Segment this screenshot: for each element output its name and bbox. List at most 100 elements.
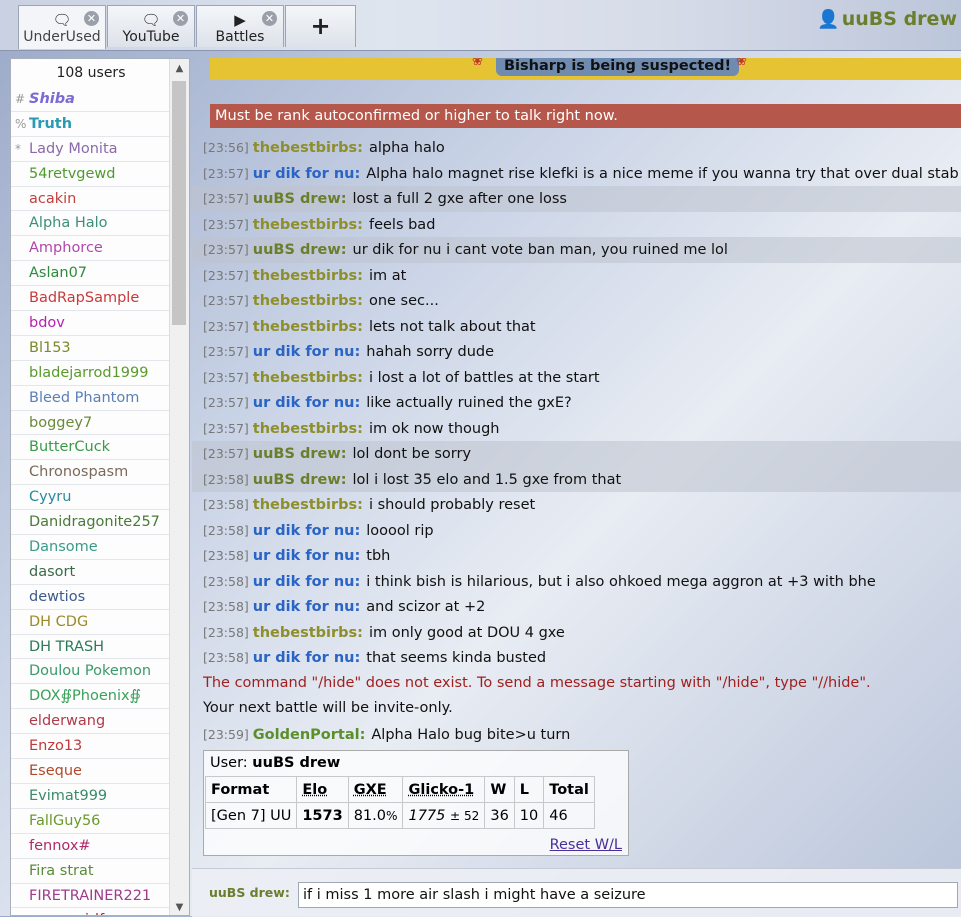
user-list-item[interactable]: Amphorce	[11, 236, 171, 262]
message-author[interactable]: ur dik for nu:	[253, 344, 360, 360]
user-name: gamergirlfun	[29, 912, 123, 915]
user-list-item[interactable]: boggey7	[11, 411, 171, 436]
timestamp: [23:58]	[203, 624, 249, 640]
user-list-item[interactable]: FallGuy56	[11, 809, 171, 834]
cell-format: [Gen 7] UU	[204, 802, 298, 829]
input-prompt: uuBS drew:	[209, 885, 290, 900]
user-list-item[interactable]: fennox#	[11, 834, 171, 859]
message-author[interactable]: thebestbirbs:	[253, 625, 363, 641]
timestamp: [23:57]	[203, 395, 249, 410]
tab-battles[interactable]: ▶ ✕ Battles	[196, 5, 284, 47]
user-list-item[interactable]: 54retvgewd	[11, 162, 171, 187]
message-author[interactable]: thebestbirbs:	[253, 421, 363, 437]
message-author[interactable]: ur dik for nu:	[253, 548, 360, 564]
user-name: Aslan07	[29, 265, 88, 282]
message-author[interactable]: uuBS drew:	[253, 191, 347, 207]
message-author[interactable]: thebestbirbs:	[253, 217, 363, 233]
user-list-item[interactable]: Danidragonite257	[11, 510, 171, 536]
message-text: lol dont be sorry	[352, 446, 472, 462]
cell-total: 46	[543, 802, 595, 829]
close-icon[interactable]: ✕	[262, 11, 277, 26]
user-list-item[interactable]: bladejarrod1999	[11, 361, 171, 386]
timestamp: [23:57]	[203, 369, 249, 385]
user-list-item[interactable]: DH CDG	[11, 610, 171, 635]
user-list-item[interactable]: dewtios	[11, 585, 171, 610]
user-name: boggey7	[29, 414, 93, 431]
message-author[interactable]: thebestbirbs:	[253, 140, 363, 156]
cell-gxe: 81.0%	[347, 802, 404, 829]
tab-label: YouTube	[122, 29, 180, 45]
message-text: looool rip	[366, 522, 434, 539]
timestamp: [23:57]	[203, 293, 249, 308]
col-losses: L	[513, 776, 545, 803]
top-header: 🗨 ✕ UnderUsed 🗨 ✕ YouTube ▶ ✕ Battles + …	[0, 0, 961, 51]
user-list-item[interactable]: Alpha Halo	[11, 211, 171, 237]
flower-icon: ❀	[472, 58, 483, 69]
user-name: DOX∯Phoenix∯	[29, 688, 141, 705]
user-list-item[interactable]: bdov	[11, 311, 171, 336]
user-list-item[interactable]: gamergirlfun	[11, 908, 171, 915]
user-list-item[interactable]: dasort	[11, 560, 171, 585]
close-icon[interactable]: ✕	[173, 11, 188, 26]
current-user-button[interactable]: 👤 uuBS drew	[817, 8, 957, 30]
message-author[interactable]: ur dik for nu:	[253, 599, 360, 615]
ranking-user-line: User: uuBS drew	[204, 751, 628, 776]
message-author[interactable]: GoldenPortal:	[253, 727, 366, 743]
message-author[interactable]: ur dik for nu:	[253, 166, 360, 182]
message-author[interactable]: thebestbirbs:	[253, 370, 363, 386]
message-author[interactable]: thebestbirbs:	[253, 319, 363, 335]
user-list-item[interactable]: # Shiba	[11, 87, 171, 112]
user-list-item[interactable]: Enzo13	[11, 734, 171, 760]
user-list-item[interactable]: Bl153	[11, 336, 171, 361]
user-list-item[interactable]: Eseque	[11, 759, 171, 784]
message-author[interactable]: ur dik for nu:	[253, 574, 360, 590]
message-author[interactable]: thebestbirbs:	[253, 293, 363, 309]
user-list-item[interactable]: DH TRASH	[11, 635, 171, 660]
user-list-item[interactable]: Chronospasm	[11, 460, 171, 486]
user-list-item[interactable]: FIRETRAINER221	[11, 884, 171, 909]
user-list-item[interactable]: Evimat999	[11, 784, 171, 809]
message-author[interactable]: ur dik for nu:	[253, 395, 360, 411]
message-author[interactable]: thebestbirbs:	[253, 497, 363, 513]
scroll-down-icon[interactable]: ▼	[170, 902, 189, 913]
user-list-item[interactable]: Fira strat	[11, 859, 171, 884]
user-list-item[interactable]: Aslan07	[11, 261, 171, 287]
tab-underused[interactable]: 🗨 ✕ UnderUsed	[18, 5, 106, 49]
message-author[interactable]: ur dik for nu:	[253, 650, 360, 666]
user-list-item[interactable]: acakin	[11, 187, 171, 212]
chat-message: [23:58] ur dik for nu: and scizor at +2	[192, 594, 961, 620]
user-list-item[interactable]: DOX∯Phoenix∯	[11, 684, 171, 710]
chat-message: [23:58] ur dik for nu: looool rip	[192, 518, 961, 544]
message-author[interactable]: uuBS drew:	[253, 446, 347, 462]
message-text: like actually ruined the gxE?	[366, 395, 572, 411]
message-author[interactable]: uuBS drew:	[253, 242, 347, 258]
user-name: BadRapSample	[29, 290, 140, 307]
new-tab-button[interactable]: +	[285, 5, 356, 47]
message-author[interactable]: uuBS drew:	[253, 472, 347, 488]
col-wins: W	[484, 776, 515, 803]
message-text: im at	[368, 267, 407, 284]
user-list-item[interactable]: Doulou Pokemon	[11, 659, 171, 685]
tab-youtube[interactable]: 🗨 ✕ YouTube	[107, 5, 195, 47]
user-list-scrollbar[interactable]: ▲ ▼	[169, 59, 189, 915]
user-list-item[interactable]: Dansome	[11, 535, 171, 560]
close-icon[interactable]: ✕	[84, 11, 99, 26]
user-list-item[interactable]: * Lady Monita	[11, 137, 171, 162]
user-list-item[interactable]: Bleed Phantom	[11, 386, 171, 411]
scroll-up-icon[interactable]: ▲	[170, 63, 189, 74]
user-list-item[interactable]: BadRapSample	[11, 286, 171, 312]
user-list-item[interactable]: elderwang	[11, 709, 171, 735]
user-list-item[interactable]: % Truth	[11, 112, 171, 137]
tab-label: UnderUsed	[23, 29, 101, 45]
chat-input[interactable]	[298, 882, 958, 908]
message-author[interactable]: ur dik for nu:	[253, 523, 360, 539]
col-total: Total	[543, 776, 595, 803]
user-count: 108 users	[56, 65, 126, 81]
chat-message: [23:58] thebestbirbs: i should probably re…	[192, 492, 961, 518]
user-list-item[interactable]: Cyyru	[11, 485, 171, 511]
room-tab-bar: 🗨 ✕ UnderUsed 🗨 ✕ YouTube ▶ ✕ Battles +	[18, 5, 357, 49]
scrollbar-thumb[interactable]	[172, 81, 186, 325]
user-list-item[interactable]: ButterCuck	[11, 435, 171, 461]
reset-wl-button[interactable]: Reset W/L	[550, 837, 622, 853]
message-author[interactable]: thebestbirbs:	[253, 268, 363, 284]
